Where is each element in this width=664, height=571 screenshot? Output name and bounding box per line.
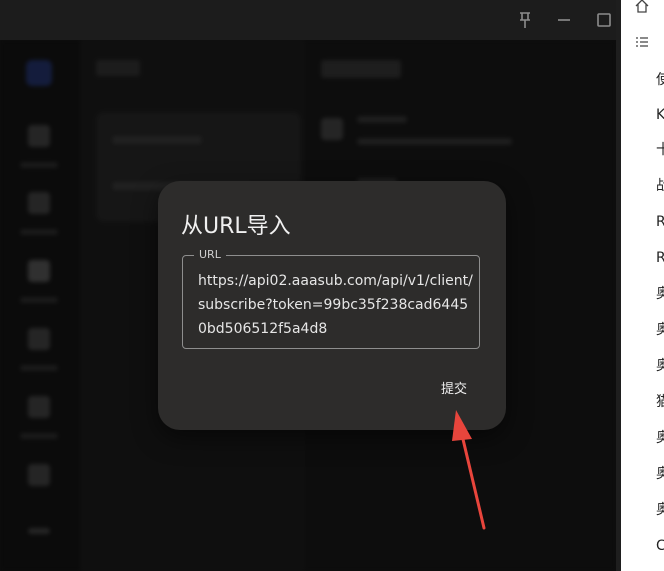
- url-input[interactable]: URL https://api02.aaasub.com/api/v1/clie…: [182, 248, 480, 349]
- side-list-item[interactable]: 战: [656, 177, 664, 195]
- side-list-item[interactable]: R: [656, 249, 664, 267]
- home-icon[interactable]: [635, 0, 651, 15]
- annotation-arrow: [452, 410, 486, 530]
- side-list-item[interactable]: 十: [656, 141, 664, 159]
- side-list-item[interactable]: 奥: [656, 285, 664, 303]
- side-window: 使 K 十 战 R R 奥 奥 奥 猫 奥 奥 奥 C: [621, 0, 664, 571]
- side-list-item[interactable]: 奥: [656, 465, 664, 483]
- side-list-item[interactable]: 使: [656, 71, 664, 89]
- side-list-item[interactable]: 奥: [656, 429, 664, 447]
- side-list-item[interactable]: 奥: [656, 501, 664, 519]
- side-list-item[interactable]: R: [656, 213, 664, 231]
- list-icon[interactable]: [635, 35, 651, 51]
- dialog-title: 从URL导入: [181, 214, 291, 239]
- side-list-item[interactable]: 猫: [656, 393, 664, 411]
- url-field-label: URL: [194, 248, 226, 262]
- side-list-item[interactable]: C: [656, 537, 664, 555]
- side-list-item[interactable]: 奥: [656, 321, 664, 339]
- url-input-value[interactable]: https://api02.aaasub.com/api/v1/client/s…: [198, 269, 474, 341]
- app-window: 从URL导入 URL https://api02.aaasub.com/api/…: [0, 0, 616, 571]
- import-url-dialog: 从URL导入 URL https://api02.aaasub.com/api/…: [158, 181, 506, 430]
- side-list-item[interactable]: 奥: [656, 357, 664, 375]
- side-list-item[interactable]: K: [656, 106, 664, 124]
